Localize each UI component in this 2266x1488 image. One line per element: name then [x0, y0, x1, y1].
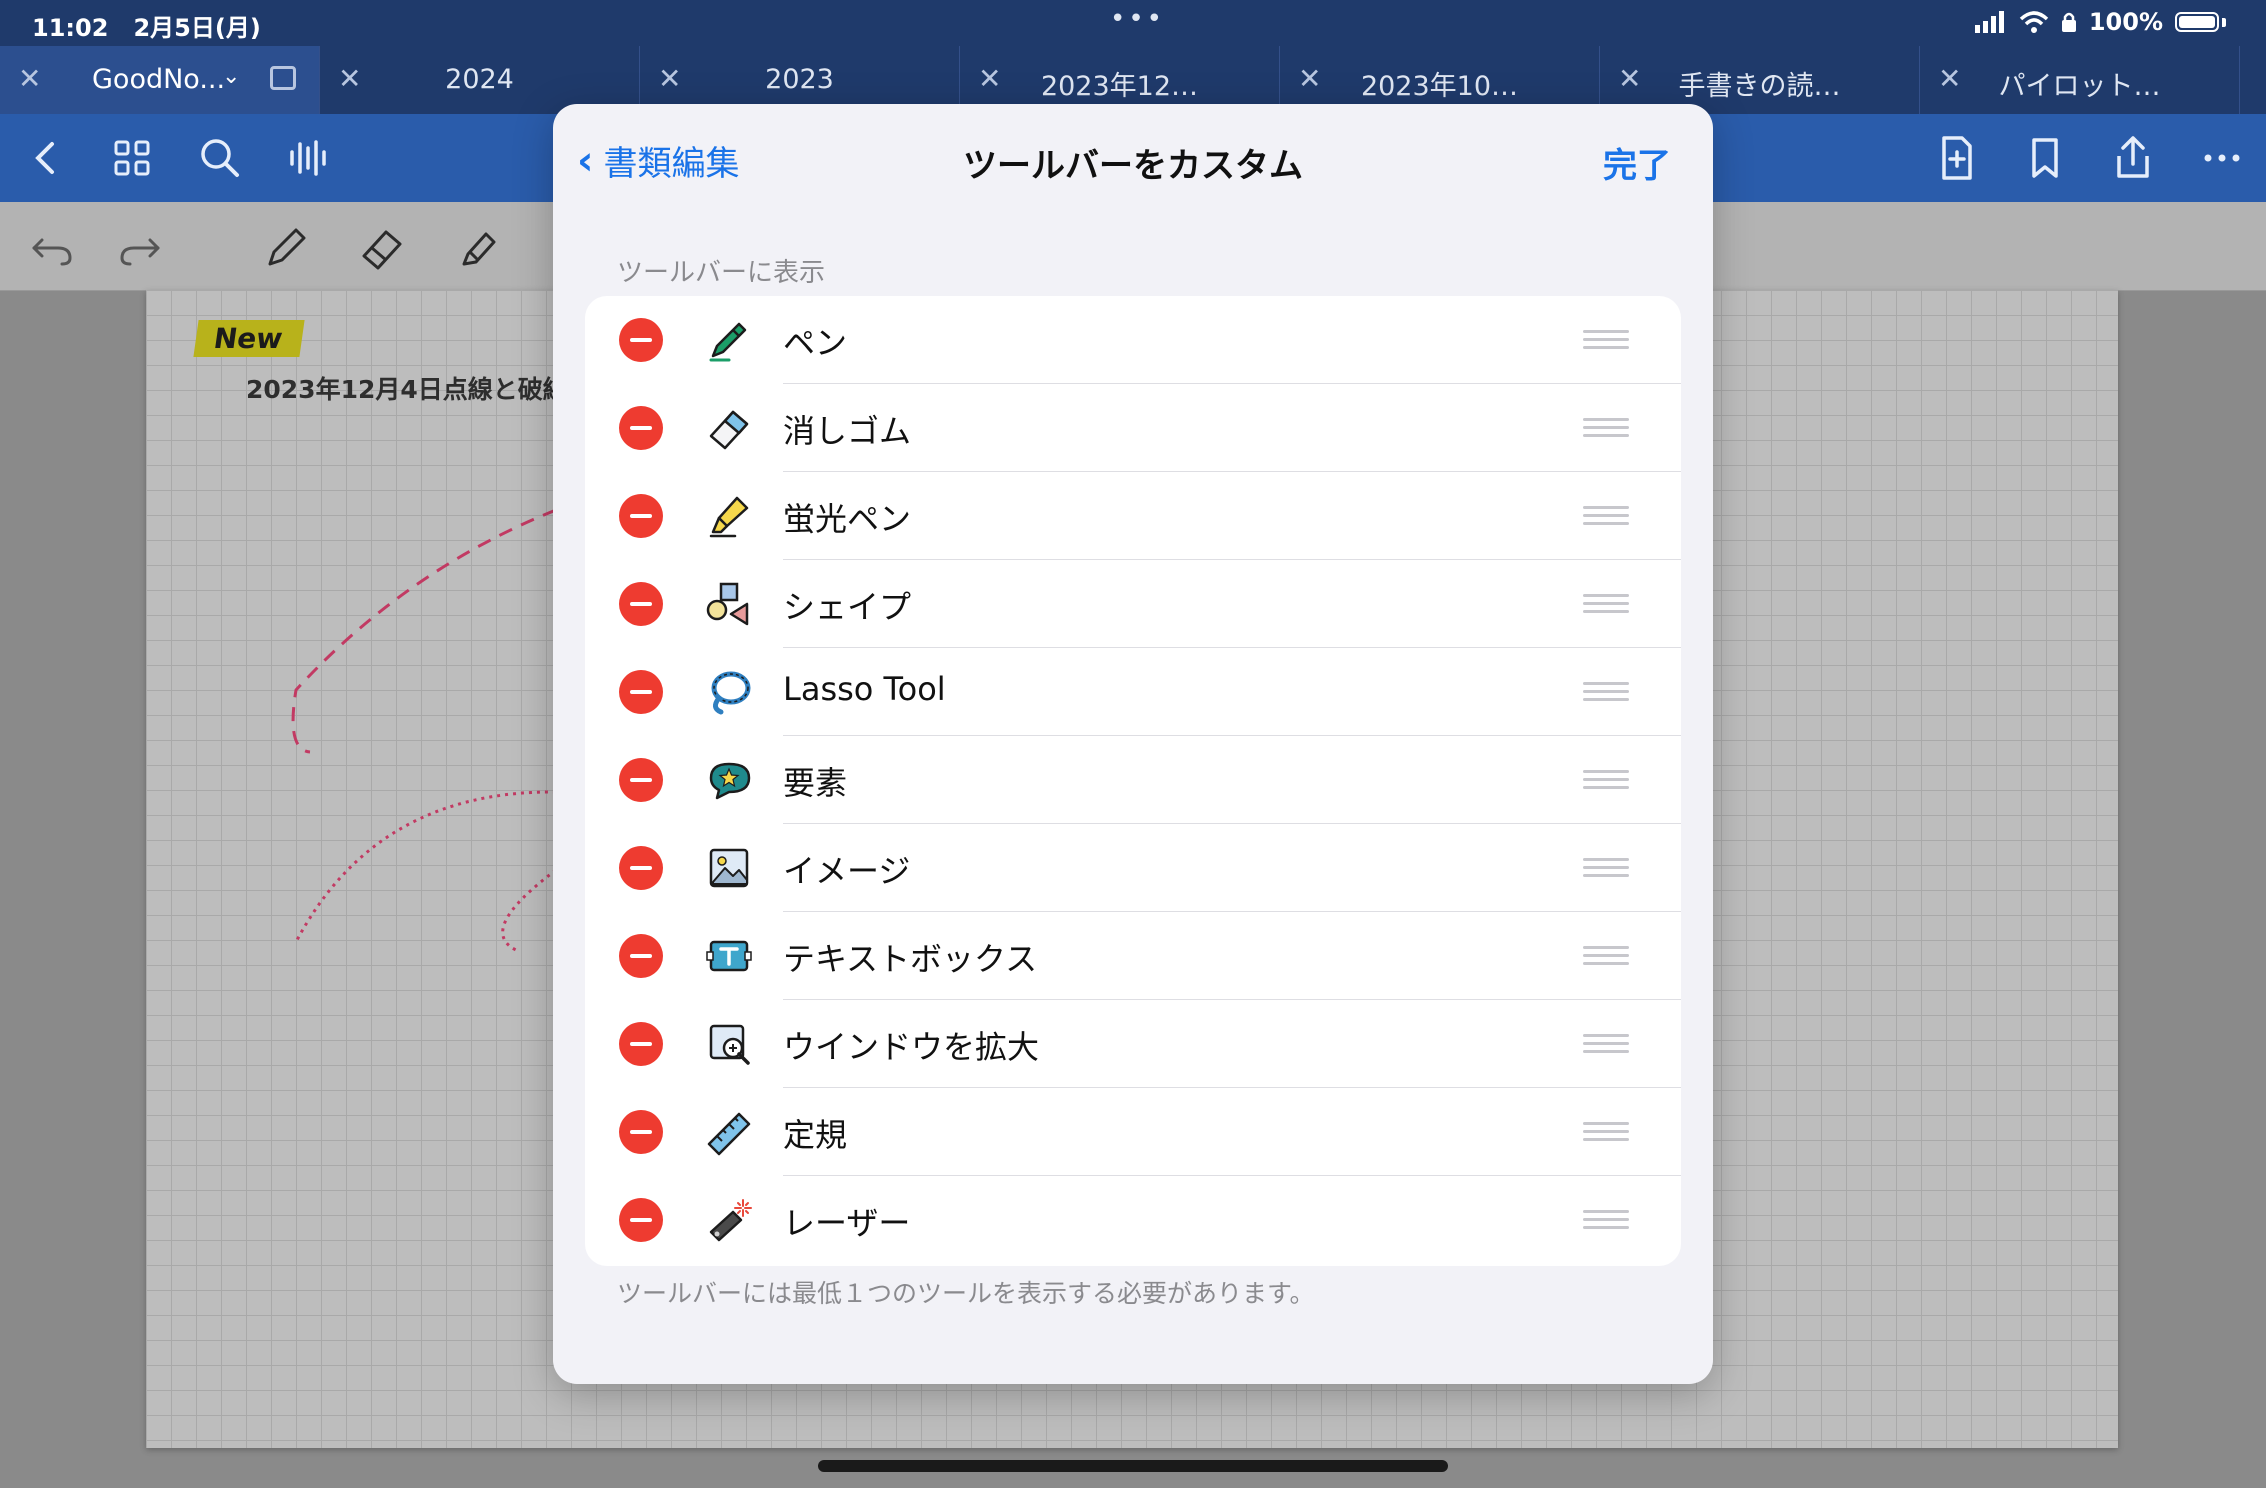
done-button[interactable]: 完了 — [1603, 138, 1671, 187]
remove-button[interactable] — [619, 406, 663, 450]
tab-label: 手書きの読… — [1678, 71, 1841, 102]
tab-label: 2024 — [445, 64, 514, 95]
section-label: ツールバーに表示 — [617, 258, 826, 288]
reorder-handle-icon[interactable] — [1583, 858, 1629, 878]
tool-label: 要素 — [783, 764, 848, 802]
search-icon[interactable] — [192, 130, 248, 186]
remove-button[interactable] — [619, 1022, 663, 1066]
footnote: ツールバーには最低１つのツールを表示する必要があります。 — [617, 1279, 1315, 1308]
tab-label: 2023 — [765, 64, 834, 95]
tool-row-elements[interactable]: 要素 — [585, 736, 1681, 824]
reorder-handle-icon[interactable] — [1583, 1034, 1629, 1054]
tool-label: テキストボックス — [783, 940, 1038, 978]
tool-label: 消しゴム — [783, 412, 912, 450]
chevron-down-icon[interactable]: ⌄ — [222, 64, 240, 89]
close-icon[interactable]: ✕ — [18, 62, 41, 95]
tool-list: ペン 消しゴム 蛍光ペン シェイプ Lasso Tool 要素 イメージ テキス… — [585, 296, 1681, 1266]
modal-header: ‹ 書類編集 ツールバーをカスタム 完了 — [553, 104, 1713, 214]
highlighter-tool-icon[interactable] — [450, 220, 506, 276]
remove-button[interactable] — [619, 846, 663, 890]
back-chevron-icon[interactable] — [18, 130, 74, 186]
remove-button[interactable] — [619, 1110, 663, 1154]
tool-label: ペン — [783, 324, 848, 362]
status-time: 11:02 2月5日(月) — [32, 14, 261, 42]
tool-row-lasso[interactable]: Lasso Tool — [585, 648, 1681, 736]
add-page-icon[interactable] — [1928, 130, 1984, 186]
tab-goodnotes[interactable]: ✕ GoodNo... ⌄ — [0, 46, 320, 114]
remove-button[interactable] — [619, 1198, 663, 1242]
pen-tool-icon[interactable] — [258, 220, 314, 276]
tab-pilot[interactable]: ✕ パイロット… — [1920, 46, 2240, 114]
tab-label: パイロット… — [1998, 71, 2161, 102]
tool-row-text-box[interactable]: テキストボックス — [585, 912, 1681, 1000]
tool-row-pen[interactable]: ペン — [585, 296, 1681, 384]
reorder-handle-icon[interactable] — [1583, 770, 1629, 790]
shapes-icon — [706, 582, 749, 626]
reorder-handle-icon[interactable] — [1583, 594, 1629, 614]
undo-icon[interactable] — [24, 220, 80, 276]
tool-row-highlighter[interactable]: 蛍光ペン — [585, 472, 1681, 560]
eraser-icon — [709, 410, 749, 450]
tool-label: シェイプ — [783, 588, 912, 626]
modal-title: ツールバーをカスタム — [963, 146, 1303, 186]
split-view-icon[interactable] — [270, 66, 296, 90]
tool-label: レーザー — [783, 1204, 911, 1242]
remove-button[interactable] — [619, 318, 663, 362]
remove-button[interactable] — [619, 758, 663, 802]
zoom-window-icon — [709, 1024, 750, 1065]
laser-pointer-icon — [709, 1199, 752, 1242]
multitasking-dots[interactable]: ••• — [1110, 4, 1165, 34]
ruler-icon — [707, 1112, 751, 1156]
reorder-handle-icon[interactable] — [1583, 1122, 1629, 1142]
text-box-icon — [706, 940, 752, 972]
remove-button[interactable] — [619, 494, 663, 538]
battery-icon — [2175, 12, 2219, 32]
highlighter-icon — [709, 496, 749, 538]
pen-icon — [709, 322, 747, 362]
tool-row-image[interactable]: イメージ — [585, 824, 1681, 912]
reorder-handle-icon[interactable] — [1583, 682, 1629, 702]
image-icon — [709, 848, 749, 888]
tab-label: 2023年10… — [1360, 71, 1519, 102]
tool-row-shapes[interactable]: シェイプ — [585, 560, 1681, 648]
lasso-icon — [711, 671, 751, 715]
tool-label: 定規 — [783, 1116, 848, 1154]
reorder-handle-icon[interactable] — [1583, 418, 1629, 438]
redo-icon[interactable] — [112, 220, 168, 276]
customize-toolbar-modal: ‹ 書類編集 ツールバーをカスタム 完了 ツールバーに表示 ペン 消しゴム 蛍光… — [553, 104, 1713, 1384]
bookmark-icon[interactable] — [2017, 130, 2073, 186]
tool-row-ruler[interactable]: 定規 — [585, 1088, 1681, 1176]
eraser-tool-icon[interactable] — [354, 220, 410, 276]
battery-percent: 100% — [2088, 8, 2163, 36]
elements-icon — [709, 762, 751, 800]
tool-row-zoom-window[interactable]: ウインドウを拡大 — [585, 1000, 1681, 1088]
status-bar: 11:02 2月5日(月) ••• 100% — [0, 0, 2266, 46]
signal-icon — [1974, 11, 2004, 33]
share-icon[interactable] — [2105, 130, 2161, 186]
audio-recording-icon[interactable] — [280, 130, 336, 186]
tool-row-eraser[interactable]: 消しゴム — [585, 384, 1681, 472]
thumbnail-grid-icon[interactable] — [104, 130, 160, 186]
tool-row-laser[interactable]: レーザー — [585, 1176, 1681, 1264]
reorder-handle-icon[interactable] — [1583, 506, 1629, 526]
remove-button[interactable] — [619, 934, 663, 978]
remove-button[interactable] — [619, 670, 663, 714]
wifi-icon — [2019, 11, 2049, 33]
home-indicator[interactable] — [818, 1460, 1448, 1472]
tool-label: イメージ — [783, 852, 911, 890]
reorder-handle-icon[interactable] — [1583, 946, 1629, 966]
remove-button[interactable] — [619, 582, 663, 626]
lock-rotation-icon — [2061, 12, 2076, 32]
tool-label: ウインドウを拡大 — [783, 1028, 1040, 1066]
reorder-handle-icon[interactable] — [1583, 330, 1629, 350]
tool-label: 蛍光ペン — [783, 500, 912, 538]
reorder-handle-icon[interactable] — [1583, 1210, 1629, 1230]
more-icon[interactable] — [2194, 130, 2250, 186]
tab-label: 2023年12… — [1040, 71, 1199, 102]
tool-label: Lasso Tool — [783, 670, 946, 708]
status-indicators: 100% — [1974, 8, 2226, 36]
